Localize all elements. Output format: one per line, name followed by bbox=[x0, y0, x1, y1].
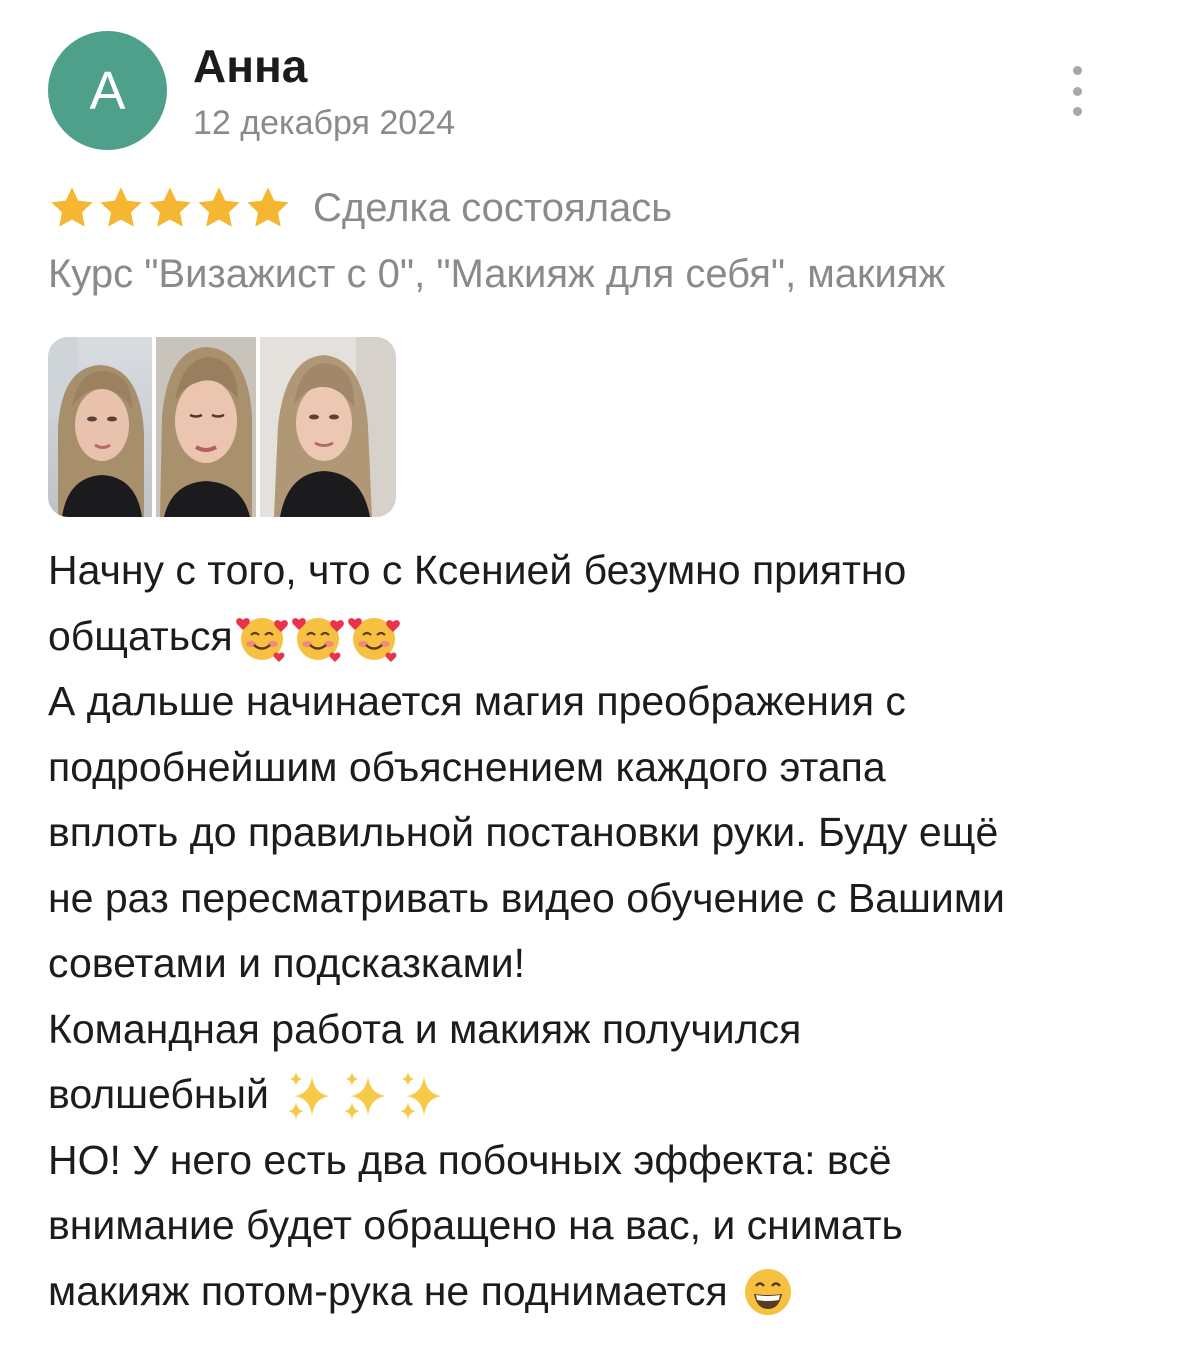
review-line: А дальше начинается магия преображения с bbox=[48, 678, 906, 724]
review-line: волшебный bbox=[48, 1071, 269, 1117]
sparkles-icon bbox=[282, 1068, 336, 1122]
grinning-face-icon bbox=[741, 1265, 795, 1319]
course-info: Курс "Визажист с 0", "Макияж для себя", … bbox=[48, 252, 946, 296]
review-date: 12 декабря 2024 bbox=[193, 104, 456, 142]
star-icon bbox=[244, 185, 292, 231]
review-line: вплоть до правильной постановки руки. Бу… bbox=[48, 809, 999, 855]
star-icon bbox=[48, 185, 96, 231]
review-line: Командная работа и макияж получился bbox=[48, 1005, 802, 1052]
review-line: макияж потом-рука не поднимается bbox=[48, 1267, 728, 1314]
star-rating bbox=[48, 185, 293, 231]
review-text: Начну с того, что с Ксенией безумно прия… bbox=[48, 538, 1148, 1324]
review-line: подробнейшим объяснением каждого этапа bbox=[48, 743, 886, 790]
review-line: Начну с того, что с Ксенией безумно прия… bbox=[48, 547, 907, 593]
photo-gallery bbox=[48, 337, 396, 517]
review-photo[interactable] bbox=[48, 337, 152, 517]
smiling-face-with-hearts-icon bbox=[291, 610, 345, 664]
smiling-face-with-hearts-icon bbox=[347, 610, 401, 664]
avatar[interactable]: А bbox=[48, 31, 167, 150]
avatar-letter: А bbox=[89, 60, 126, 121]
review-photo[interactable] bbox=[260, 337, 396, 517]
review-line: общаться bbox=[48, 612, 233, 659]
star-icon bbox=[146, 185, 194, 231]
star-icon bbox=[97, 185, 145, 231]
review-line: советами и подсказками! bbox=[48, 940, 526, 986]
review-line-with-emoji: волшебный bbox=[48, 1062, 1148, 1128]
review-line-with-emoji: общаться bbox=[48, 604, 1148, 670]
rating-row: Сделка состоялась bbox=[48, 180, 672, 236]
review-photo[interactable] bbox=[156, 337, 256, 517]
review-line: НО! У него есть два побочных эффекта: вс… bbox=[48, 1136, 892, 1183]
more-vertical-icon bbox=[1072, 66, 1082, 75]
more-vertical-icon-dot bbox=[1072, 86, 1082, 96]
review-line: не раз пересматривать видео обучение с В… bbox=[48, 874, 1005, 921]
sparkles-icon bbox=[394, 1068, 448, 1122]
review-line-with-emoji: макияж потом-рука не поднимается bbox=[48, 1259, 1148, 1325]
more-vertical-icon-dot bbox=[1072, 107, 1082, 116]
author-name[interactable]: Анна bbox=[193, 38, 307, 94]
star-icon bbox=[195, 185, 243, 231]
more-options-button[interactable] bbox=[1060, 66, 1094, 116]
review-line: внимание будет обращено на вас, и снимат… bbox=[48, 1202, 903, 1248]
smiling-face-with-hearts-icon bbox=[235, 610, 289, 664]
sparkles-icon bbox=[338, 1068, 392, 1122]
deal-status: Сделка состоялась bbox=[313, 186, 673, 230]
